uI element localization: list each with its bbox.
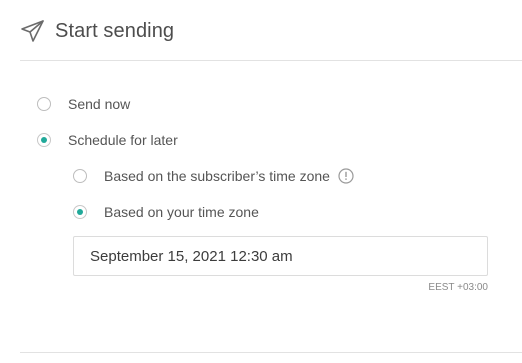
subscriber-timezone-option[interactable]: Based on the subscriber’s time zone	[73, 168, 354, 184]
schedule-later-label: Schedule for later	[68, 132, 178, 148]
paper-plane-icon	[20, 18, 46, 44]
footer-divider	[20, 352, 522, 353]
page-title: Start sending	[55, 19, 175, 42]
send-now-radio[interactable]	[37, 97, 51, 111]
your-timezone-option[interactable]: Based on your time zone	[73, 204, 259, 220]
your-timezone-radio[interactable]	[73, 205, 87, 219]
subscriber-timezone-radio[interactable]	[73, 169, 87, 183]
your-timezone-label: Based on your time zone	[104, 204, 259, 220]
subscriber-timezone-label: Based on the subscriber’s time zone	[104, 168, 330, 184]
timezone-label: EEST +03:00	[428, 282, 488, 293]
send-now-option[interactable]: Send now	[37, 96, 130, 112]
schedule-datetime-input[interactable]	[73, 236, 488, 276]
send-now-label: Send now	[68, 96, 131, 112]
header-divider	[20, 60, 522, 61]
section-header: Start sending	[20, 16, 174, 46]
schedule-later-option[interactable]: Schedule for later	[37, 132, 178, 148]
schedule-later-radio[interactable]	[37, 133, 51, 147]
info-icon[interactable]	[338, 168, 354, 184]
